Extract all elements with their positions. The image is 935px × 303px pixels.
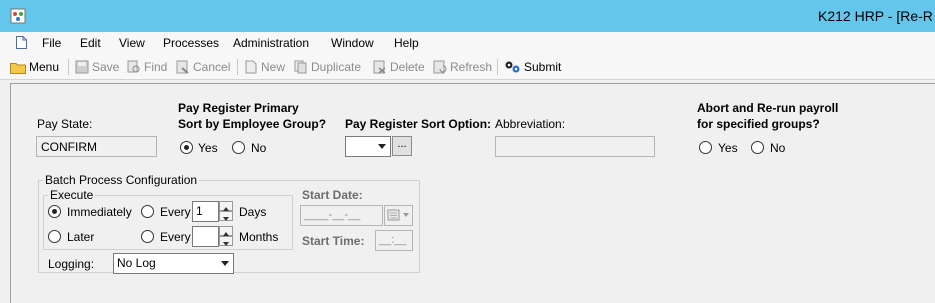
menu-window[interactable]: Window (331, 36, 374, 50)
menu-view[interactable]: View (119, 36, 145, 50)
menu-edit[interactable]: Edit (80, 36, 101, 50)
calendar-icon (387, 209, 409, 221)
days-spin-up[interactable] (219, 201, 233, 211)
chevron-down-icon (221, 261, 229, 266)
delete-icon (373, 60, 386, 74)
new-icon (245, 60, 257, 74)
menu-processes[interactable]: Processes (163, 36, 219, 50)
submit-button[interactable]: Submit (504, 60, 561, 74)
abort-no-label: No (770, 141, 786, 155)
every-days-radio[interactable] (141, 205, 154, 218)
start-time-field[interactable]: __:__ (375, 230, 413, 251)
sort-group-yes-label: Yes (198, 141, 218, 155)
every-months-label: Every (160, 230, 191, 244)
start-date-field[interactable]: ____-__-__ (300, 205, 383, 226)
sort-group-no-radio[interactable] (232, 141, 245, 154)
chevron-down-icon (223, 217, 229, 221)
months-label: Months (239, 230, 279, 244)
sort-group-label-line2: Sort by Employee Group? (178, 117, 327, 131)
find-button-label: Find (144, 60, 168, 74)
logging-label: Logging: (48, 257, 95, 271)
menu-administration[interactable]: Administration (233, 36, 309, 50)
save-icon (75, 60, 89, 74)
menu-bar: File Edit View Processes Administration … (0, 32, 935, 54)
folder-icon (10, 62, 26, 74)
months-input[interactable] (192, 226, 219, 247)
every-days-label: Every (160, 205, 191, 219)
refresh-button-label: Refresh (450, 60, 493, 74)
logging-select[interactable]: No Log (113, 253, 234, 274)
delete-button[interactable]: Delete (373, 60, 425, 74)
chevron-down-icon (223, 242, 229, 246)
immediately-radio[interactable] (48, 205, 61, 218)
save-button-label: Save (92, 60, 120, 74)
toolbar-separator (237, 59, 238, 75)
save-button[interactable]: Save (75, 60, 119, 74)
document-icon[interactable] (16, 36, 27, 49)
sort-option-label: Pay Register Sort Option: (345, 117, 492, 131)
cancel-button-label: Cancel (193, 60, 231, 74)
toolbar-separator (497, 59, 498, 75)
pay-state-field: CONFIRM (36, 136, 157, 157)
batch-config-legend: Batch Process Configuration (43, 173, 200, 187)
new-button[interactable]: New (244, 60, 285, 74)
later-label: Later (67, 230, 95, 244)
title-bar: K212 HRP - [Re-R (0, 0, 935, 32)
sort-group-yes-radio[interactable] (180, 141, 193, 154)
calendar-dropdown[interactable] (384, 205, 413, 226)
cancel-icon (176, 60, 189, 74)
days-input[interactable]: 1 (192, 201, 219, 222)
gears-icon (505, 61, 520, 73)
duplicate-button-label: Duplicate (311, 60, 362, 74)
abort-label-line2: for specified groups? (697, 117, 820, 131)
toolbar: Menu Save Find Cancel New Duplicate Dele… (0, 54, 935, 80)
pay-state-label: Pay State: (37, 117, 93, 131)
sort-option-more-button[interactable]: ... (392, 136, 412, 156)
refresh-button[interactable]: Refresh (433, 60, 492, 74)
window-title: K212 HRP - [Re-R (818, 8, 933, 24)
abort-no-radio[interactable] (751, 141, 764, 154)
sort-group-label-line1: Pay Register Primary (178, 101, 299, 115)
find-icon (127, 60, 140, 73)
months-spin-up[interactable] (219, 226, 233, 236)
duplicate-button[interactable]: Duplicate (294, 60, 361, 74)
toolbar-separator (68, 59, 69, 75)
submit-button-label: Submit (524, 60, 562, 74)
abort-label-line1: Abort and Re-run payroll (697, 101, 839, 115)
find-button[interactable]: Find (127, 60, 167, 74)
abbreviation-field (495, 136, 655, 157)
chevron-down-icon (378, 144, 386, 149)
abbreviation-label: Abbreviation: (495, 117, 566, 131)
menu-file[interactable]: File (42, 36, 61, 50)
duplicate-icon (294, 60, 307, 74)
cancel-button[interactable]: Cancel (176, 60, 230, 74)
abort-yes-label: Yes (718, 141, 738, 155)
months-spin-down[interactable] (219, 236, 233, 246)
menu-help[interactable]: Help (394, 36, 419, 50)
start-time-label: Start Time: (302, 234, 365, 248)
later-radio[interactable] (48, 230, 61, 243)
sort-group-no-label: No (251, 141, 267, 155)
refresh-icon (433, 60, 447, 74)
abort-yes-radio[interactable] (699, 141, 712, 154)
new-button-label: New (261, 60, 286, 74)
sort-option-select[interactable] (345, 136, 391, 157)
delete-button-label: Delete (390, 60, 425, 74)
immediately-label: Immediately (67, 205, 132, 219)
menu-button[interactable]: Menu (10, 60, 59, 74)
logging-value: No Log (117, 256, 156, 270)
every-months-radio[interactable] (141, 230, 154, 243)
days-label: Days (239, 205, 267, 219)
days-spin-down[interactable] (219, 211, 233, 221)
start-date-label: Start Date: (302, 188, 363, 202)
execute-legend: Execute (48, 188, 96, 202)
menu-button-label: Menu (29, 60, 60, 74)
app-logo-icon (10, 8, 26, 24)
